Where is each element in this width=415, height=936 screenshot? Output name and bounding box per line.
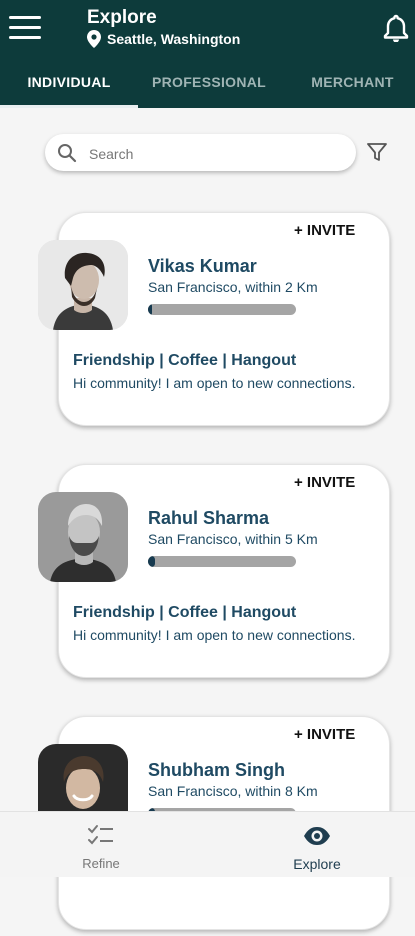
location-label: Seattle, Washington <box>107 31 241 47</box>
invite-button[interactable]: + INVITE <box>294 726 355 743</box>
search-input[interactable] <box>87 140 341 167</box>
checklist-icon <box>88 825 113 845</box>
page-title: Explore <box>87 7 157 28</box>
profile-distance: San Francisco, within 8 Km <box>148 783 318 799</box>
eye-icon <box>304 827 330 845</box>
nav-explore-label: Explore <box>293 856 341 872</box>
profile-interests: Friendship | Coffee | Hangout <box>73 352 297 369</box>
tab-merchant[interactable]: MERCHANT <box>290 60 415 108</box>
location-pin-icon <box>87 30 101 48</box>
avatar[interactable] <box>38 492 128 582</box>
profile-card: + INVITE Vikas Kumar San Francisco, with… <box>0 212 415 432</box>
progress-fill <box>148 556 156 567</box>
hamburger-menu-icon[interactable] <box>9 16 41 40</box>
bottom-navigation: Refine Explore <box>0 811 415 877</box>
profile-distance: San Francisco, within 5 Km <box>148 531 318 547</box>
progress-fill <box>148 304 153 315</box>
profile-card: + INVITE Rahul Sharma San Francisco, wit… <box>0 464 415 684</box>
invite-button[interactable]: + INVITE <box>294 222 355 239</box>
profile-name[interactable]: Shubham Singh <box>148 760 285 781</box>
avatar[interactable] <box>38 240 128 330</box>
tab-professional[interactable]: PROFESSIONAL <box>138 60 280 108</box>
search-icon <box>58 144 77 163</box>
profile-name[interactable]: Rahul Sharma <box>148 508 269 529</box>
profile-distance: San Francisco, within 2 Km <box>148 279 318 295</box>
profile-progress-bar <box>148 556 296 567</box>
notification-bell-icon[interactable] <box>383 14 409 42</box>
location[interactable]: Seattle, Washington <box>87 30 240 48</box>
filter-icon[interactable] <box>366 141 388 163</box>
profile-bio: Hi community! I am open to new connectio… <box>73 375 356 391</box>
active-tab-indicator <box>0 105 138 108</box>
search-bar <box>45 134 356 171</box>
nav-refine[interactable]: Refine <box>41 812 161 877</box>
nav-explore[interactable]: Explore <box>257 812 377 877</box>
avatar-photo <box>38 240 128 330</box>
app-header: Explore Seattle, Washington INDIVIDUAL P… <box>0 0 415 108</box>
category-tabs: INDIVIDUAL PROFESSIONAL MERCHANT <box>0 60 415 108</box>
profile-bio: Hi community! I am open to new connectio… <box>73 627 356 643</box>
avatar-photo <box>38 492 128 582</box>
nav-refine-label: Refine <box>82 856 120 871</box>
invite-button[interactable]: + INVITE <box>294 474 355 491</box>
tab-individual[interactable]: INDIVIDUAL <box>0 60 138 108</box>
profile-interests: Friendship | Coffee | Hangout <box>73 604 297 621</box>
profile-name[interactable]: Vikas Kumar <box>148 256 257 277</box>
profile-progress-bar <box>148 304 296 315</box>
